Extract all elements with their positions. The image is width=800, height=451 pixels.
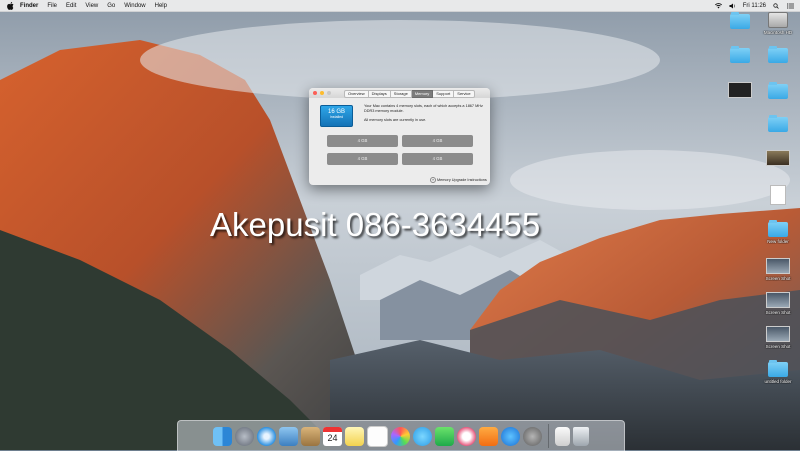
menu-file[interactable]: File bbox=[47, 3, 57, 9]
photo-thumbnail-icon bbox=[766, 150, 790, 166]
close-window-button[interactable] bbox=[313, 91, 317, 95]
launchpad-dock-icon[interactable] bbox=[235, 426, 254, 446]
desktop-icon-document[interactable] bbox=[756, 185, 800, 207]
trash-dock-icon[interactable] bbox=[573, 426, 589, 446]
folder-icon bbox=[730, 46, 750, 63]
about-this-mac-window: Overview Displays Storage Memory Support… bbox=[309, 88, 490, 185]
desktop-icon-untitled-folder[interactable]: untitled folder bbox=[756, 360, 800, 384]
tab-displays[interactable]: Displays bbox=[368, 90, 391, 98]
downloads-stack-dock-icon[interactable] bbox=[555, 426, 570, 446]
contacts-dock-icon[interactable] bbox=[301, 426, 320, 446]
desktop-icon-folder[interactable] bbox=[756, 115, 800, 134]
notification-center-icon[interactable] bbox=[787, 2, 794, 9]
spotlight-search-icon[interactable] bbox=[773, 2, 780, 9]
memory-slot-1: 4 GB bbox=[327, 135, 398, 147]
memory-slots-status: All memory slots are currently in use. bbox=[364, 118, 427, 122]
zoom-window-button[interactable] bbox=[327, 91, 331, 95]
desktop-icon-screenshot[interactable]: Screen Shot bbox=[756, 292, 800, 315]
desktop-icon-screenshot[interactable]: Screen Shot bbox=[756, 326, 800, 349]
preview-dock-icon[interactable] bbox=[279, 426, 298, 446]
folder-icon bbox=[768, 46, 788, 63]
memory-upgrade-instructions-link[interactable]: ? Memory Upgrade Instructions bbox=[430, 177, 487, 183]
tab-storage[interactable]: Storage bbox=[390, 90, 412, 98]
safari-dock-icon[interactable] bbox=[257, 426, 276, 446]
window-titlebar[interactable]: Overview Displays Storage Memory Support… bbox=[309, 88, 490, 98]
desktop-icon-folder[interactable] bbox=[718, 12, 762, 31]
system-preferences-dock-icon[interactable] bbox=[523, 426, 542, 446]
ibooks-dock-icon[interactable] bbox=[479, 426, 498, 446]
reminders-dock-icon[interactable] bbox=[367, 425, 388, 447]
memory-slot-2: 4 GB bbox=[402, 135, 473, 147]
menu-edit[interactable]: Edit bbox=[66, 3, 76, 9]
document-icon bbox=[770, 185, 786, 205]
installed-memory-badge: 16 GB Installed bbox=[320, 105, 353, 127]
memory-slots-description: Your Mac contains 4 memory slots, each o… bbox=[364, 104, 483, 113]
file-thumbnail-icon bbox=[728, 82, 752, 98]
folder-icon bbox=[768, 82, 788, 99]
desktop-icon-folder[interactable] bbox=[756, 46, 800, 65]
dock: 24 bbox=[177, 420, 625, 451]
minimize-window-button[interactable] bbox=[320, 91, 324, 95]
screenshot-thumbnail-icon bbox=[766, 258, 790, 274]
hard-drive-icon bbox=[768, 12, 788, 28]
desktop-icon-file[interactable] bbox=[718, 82, 762, 100]
memory-description: Your Mac contains 4 memory slots, each o… bbox=[364, 104, 484, 123]
itunes-dock-icon[interactable] bbox=[457, 426, 476, 446]
app-store-dock-icon[interactable] bbox=[501, 426, 520, 446]
segmented-tab-control: Overview Displays Storage Memory Support… bbox=[344, 90, 475, 98]
folder-icon bbox=[768, 115, 788, 132]
menu-window[interactable]: Window bbox=[124, 3, 145, 9]
menubar-clock[interactable]: Fri 11:26 bbox=[743, 3, 766, 9]
screenshot-thumbnail-icon bbox=[766, 326, 790, 342]
calendar-day: 24 bbox=[327, 432, 338, 443]
calendar-dock-icon[interactable]: 24 bbox=[323, 426, 342, 446]
menu-view[interactable]: View bbox=[85, 3, 98, 9]
tab-support[interactable]: Support bbox=[433, 90, 455, 98]
desktop-icon-new-folder[interactable]: New folder bbox=[756, 220, 800, 244]
folder-icon bbox=[768, 360, 788, 377]
volume-icon[interactable] bbox=[729, 3, 736, 9]
desktop-icon-photo[interactable] bbox=[756, 150, 800, 168]
desktop-icon-screenshot[interactable]: Screen Shot bbox=[756, 258, 800, 281]
tab-overview[interactable]: Overview bbox=[344, 90, 369, 98]
memory-slot-4: 4 GB bbox=[402, 153, 473, 165]
desktop-icon-macintosh-hd[interactable]: Macintosh HD bbox=[756, 12, 800, 35]
tab-memory[interactable]: Memory bbox=[411, 90, 434, 98]
installed-memory-label: Installed bbox=[329, 115, 344, 119]
watermark-text: Akepusit 086-3634455 bbox=[210, 206, 541, 243]
help-icon: ? bbox=[430, 177, 436, 183]
facetime-dock-icon[interactable] bbox=[435, 426, 454, 446]
desktop-icon-folder[interactable] bbox=[756, 82, 800, 101]
finder-dock-icon[interactable] bbox=[213, 426, 232, 446]
apple-menu-icon[interactable] bbox=[6, 1, 14, 10]
wifi-icon[interactable] bbox=[714, 2, 722, 9]
notes-dock-icon[interactable] bbox=[345, 426, 364, 446]
memory-slot-3: 4 GB bbox=[327, 153, 398, 165]
menu-finder[interactable]: Finder bbox=[20, 3, 38, 9]
screenshot-thumbnail-icon bbox=[766, 292, 790, 308]
menu-go[interactable]: Go bbox=[107, 3, 115, 9]
messages-dock-icon[interactable] bbox=[413, 426, 432, 446]
dock-separator bbox=[548, 424, 549, 448]
tab-service[interactable]: Service bbox=[454, 90, 475, 98]
menu-help[interactable]: Help bbox=[155, 3, 167, 9]
folder-icon bbox=[768, 220, 788, 237]
folder-icon bbox=[730, 12, 750, 29]
photos-dock-icon[interactable] bbox=[391, 426, 410, 446]
menu-bar: Finder File Edit View Go Window Help Fri… bbox=[0, 0, 800, 12]
